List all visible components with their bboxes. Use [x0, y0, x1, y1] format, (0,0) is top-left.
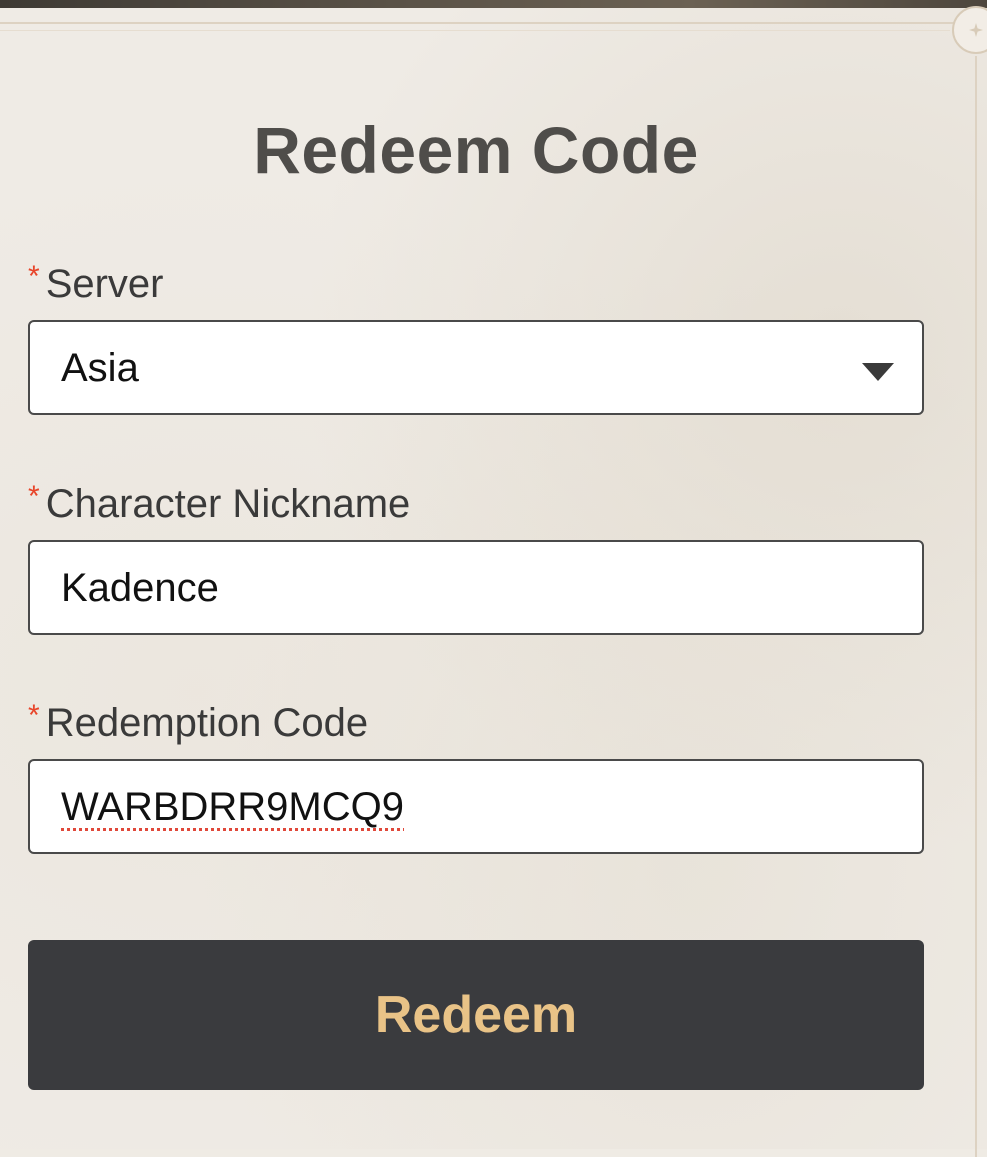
- server-label-text: Server: [45, 262, 164, 306]
- nickname-label-text: Character Nickname: [45, 482, 411, 526]
- frame-top-inner-line: [0, 30, 950, 31]
- server-selected-value: Asia: [61, 346, 139, 390]
- nickname-field[interactable]: Kadence: [28, 540, 924, 635]
- page-title: Redeem Code: [253, 113, 699, 187]
- required-marker: *: [28, 699, 40, 732]
- server-select[interactable]: Asia: [28, 320, 924, 415]
- nickname-label: * Character Nickname: [28, 480, 411, 527]
- required-marker: *: [28, 480, 40, 513]
- code-label-text: Redemption Code: [45, 701, 369, 745]
- redemption-code-value: WARBDRR9MCQ9: [61, 785, 404, 829]
- top-border-bar: [0, 0, 987, 8]
- server-label: * Server: [28, 260, 164, 307]
- chevron-down-icon[interactable]: [862, 363, 894, 381]
- code-label: * Redemption Code: [28, 699, 369, 746]
- corner-star-icon: [969, 23, 983, 37]
- frame-top-line: [0, 22, 960, 24]
- redemption-code-field[interactable]: WARBDRR9MCQ9: [28, 759, 924, 854]
- required-marker: *: [28, 260, 40, 293]
- frame-right-line: [975, 56, 977, 1157]
- redeem-button[interactable]: Redeem: [28, 940, 924, 1090]
- nickname-value: Kadence: [61, 566, 219, 610]
